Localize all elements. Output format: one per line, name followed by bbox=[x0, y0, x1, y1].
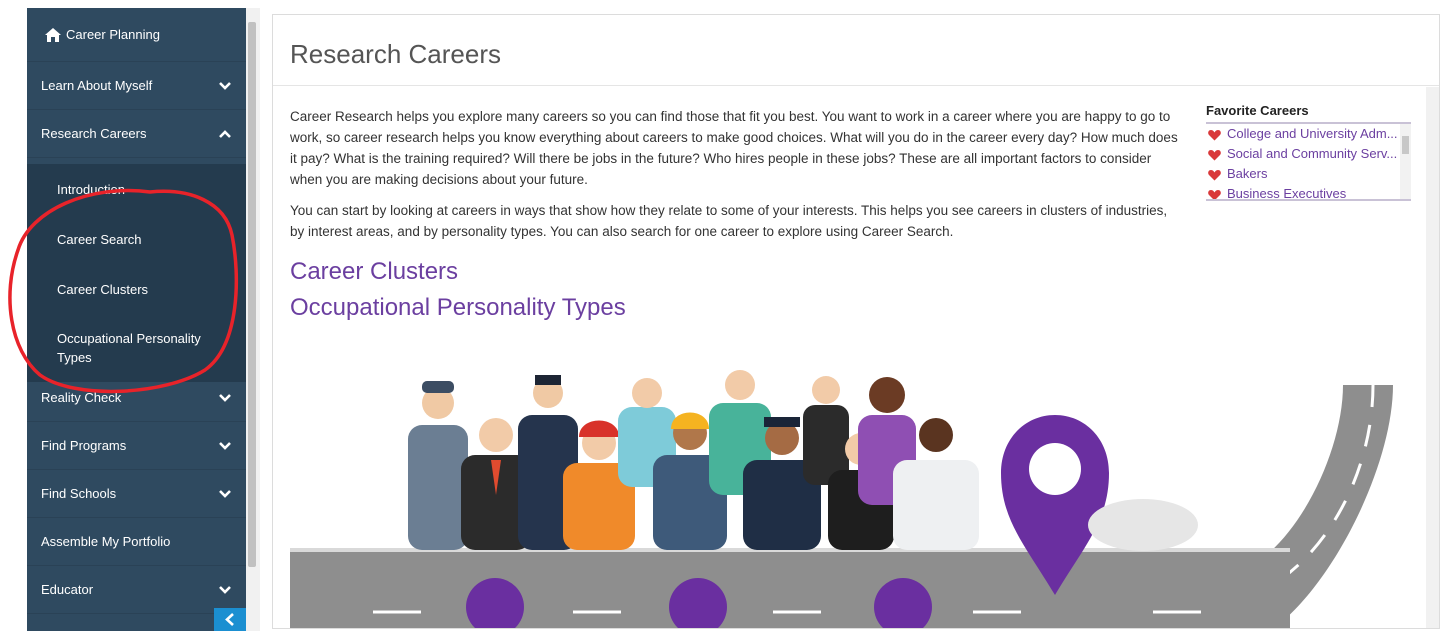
home-icon bbox=[45, 27, 61, 42]
sidebar-item-educator[interactable]: Educator bbox=[27, 566, 246, 614]
career-clusters-link[interactable]: Career Clusters bbox=[290, 258, 458, 286]
sidebar-item-find-programs[interactable]: Find Programs bbox=[27, 422, 246, 470]
main-scrollbar[interactable] bbox=[1426, 87, 1439, 628]
chevron-left-icon bbox=[225, 613, 234, 626]
occupational-personality-types-link[interactable]: Occupational Personality Types bbox=[290, 294, 626, 322]
sidebar-item-label: Learn About Myself bbox=[41, 78, 153, 93]
title-divider bbox=[273, 85, 1439, 86]
favorite-career-label: College and University Adm... bbox=[1227, 126, 1398, 141]
favorite-career-item[interactable]: Bakers bbox=[1206, 164, 1398, 184]
chevron-down-icon bbox=[219, 585, 231, 594]
collapse-sidebar-button[interactable] bbox=[214, 608, 246, 631]
intro-paragraph: You can start by looking at careers in w… bbox=[290, 203, 1168, 239]
chevron-down-icon bbox=[219, 81, 231, 90]
sidebar-item-learn-about-myself[interactable]: Learn About Myself bbox=[27, 62, 246, 110]
chevron-down-icon bbox=[219, 441, 231, 450]
favorite-career-item[interactable]: Business Executives bbox=[1206, 184, 1398, 201]
sidebar-item-label: Find Programs bbox=[41, 438, 127, 453]
intro-text: Career Research helps you explore many c… bbox=[290, 106, 1185, 252]
sidebar-item-label: Educator bbox=[41, 582, 94, 597]
chevron-up-icon bbox=[219, 129, 231, 138]
sidebar-item-research-careers[interactable]: Research Careers bbox=[27, 110, 246, 158]
page: Career Planning Learn About Myself Resea… bbox=[0, 0, 1448, 631]
favorites-list: College and University Adm... Social and… bbox=[1206, 122, 1411, 201]
careers-illustration bbox=[290, 370, 1393, 628]
main-panel: Research Careers Career Research helps y… bbox=[272, 14, 1440, 629]
sidebar-item-career-planning[interactable]: Career Planning bbox=[27, 8, 246, 62]
favorite-career-item[interactable]: Social and Community Serv... bbox=[1206, 144, 1398, 164]
sidebar-item-label: Research Careers bbox=[41, 126, 147, 141]
favorite-career-label: Social and Community Serv... bbox=[1227, 146, 1398, 161]
favorites-scrollbar[interactable] bbox=[1400, 124, 1411, 199]
annotation-circle bbox=[8, 188, 239, 394]
sidebar-item-assemble-my-portfolio[interactable]: Assemble My Portfolio bbox=[27, 518, 246, 566]
sidebar-item-label: Assemble My Portfolio bbox=[41, 534, 171, 549]
sidebar-item-label: Career Planning bbox=[66, 27, 160, 42]
heart-icon bbox=[1208, 150, 1221, 161]
favorite-career-label: Bakers bbox=[1227, 166, 1268, 181]
sidebar-item-label: Find Schools bbox=[41, 486, 117, 501]
favorite-careers-widget: Favorite Careers College and University … bbox=[1206, 103, 1411, 201]
page-title: Research Careers bbox=[290, 39, 501, 69]
heart-icon bbox=[1208, 170, 1221, 181]
heart-icon bbox=[1208, 190, 1221, 199]
chevron-down-icon bbox=[219, 489, 231, 498]
sidebar-item-find-schools[interactable]: Find Schools bbox=[27, 470, 246, 518]
scrollbar-thumb[interactable] bbox=[1402, 136, 1409, 154]
heart-icon bbox=[1208, 130, 1221, 141]
favorites-title: Favorite Careers bbox=[1206, 103, 1309, 118]
intro-paragraph: Career Research helps you explore many c… bbox=[290, 109, 1178, 187]
favorite-career-item[interactable]: College and University Adm... bbox=[1206, 124, 1398, 144]
favorite-career-label: Business Executives bbox=[1227, 186, 1347, 201]
